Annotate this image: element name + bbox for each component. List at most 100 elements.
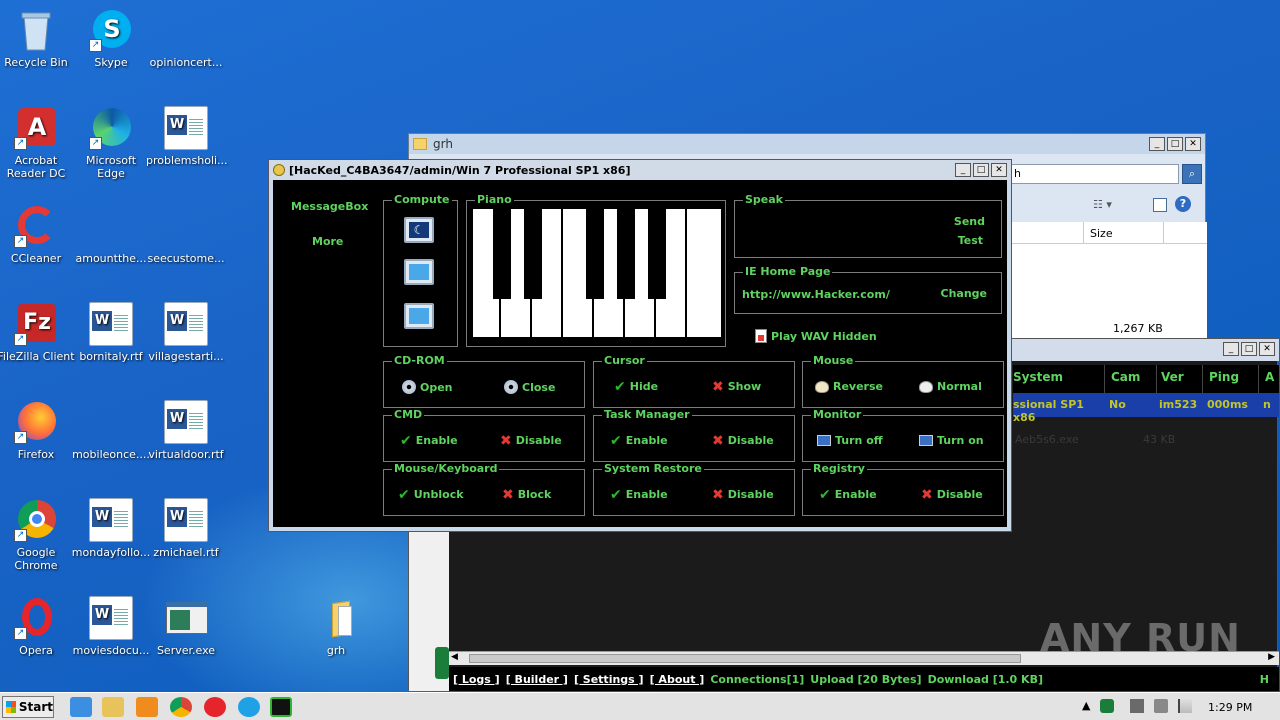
- view-options-icon[interactable]: ☷ ▾: [1093, 198, 1112, 211]
- desktop-icon-opera[interactable]: ↗ Opera: [0, 590, 76, 657]
- piano-black-key[interactable]: [617, 209, 635, 299]
- desktop-icon-skype[interactable]: S ↗ Skype: [71, 2, 151, 69]
- col-ping[interactable]: Ping: [1203, 365, 1259, 393]
- cd-icon: [504, 380, 518, 394]
- col-system[interactable]: System: [1013, 365, 1105, 393]
- desktop-icon-amountthe[interactable]: amountthe...: [71, 198, 151, 265]
- desktop-icon-problemsholi[interactable]: problemsholi...: [146, 100, 228, 167]
- minimize-button[interactable]: _: [1223, 342, 1239, 356]
- piano-black-key[interactable]: [586, 209, 604, 299]
- builder-link[interactable]: [ Builder ]: [506, 673, 568, 686]
- col-a[interactable]: A: [1259, 365, 1274, 393]
- col-cam[interactable]: Cam: [1105, 365, 1157, 393]
- mouse-reverse-button[interactable]: Reverse: [815, 380, 883, 393]
- desktop-icon-chrome[interactable]: ↗ Google Chrome: [0, 492, 76, 572]
- maximize-button[interactable]: □: [973, 163, 989, 177]
- chrome-taskbar-icon[interactable]: [170, 697, 192, 717]
- unblock-button[interactable]: ✔ Unblock: [398, 488, 464, 502]
- test-button[interactable]: Test: [958, 234, 983, 247]
- cmd-enable-button[interactable]: ✔ Enable: [400, 434, 458, 448]
- cursor-show-button[interactable]: ✖ Show: [712, 380, 761, 394]
- logs-link[interactable]: [ Logs ]: [453, 673, 500, 686]
- piano-black-key[interactable]: [648, 209, 666, 299]
- desktop-icon-mondayfollo[interactable]: mondayfollo...: [71, 492, 151, 559]
- close-button[interactable]: ✕: [1185, 137, 1201, 151]
- desktop-icon-villagestarti[interactable]: villagestarti...: [146, 296, 226, 363]
- help-icon[interactable]: ?: [1175, 196, 1191, 212]
- task-manager-disable-button[interactable]: ✖ Disable: [712, 434, 774, 448]
- desktop-icon-opinioncert[interactable]: opinioncert...: [146, 2, 226, 69]
- monitor-on-button[interactable]: Turn on: [919, 434, 984, 447]
- piano-white-key[interactable]: [690, 209, 718, 337]
- preview-pane-icon[interactable]: [1153, 198, 1167, 212]
- desktop-icon-recycle-bin[interactable]: Recycle Bin: [0, 2, 76, 69]
- scroll-right-icon[interactable]: ▶: [1268, 652, 1275, 662]
- shutdown-monitor-icon[interactable]: [404, 303, 434, 329]
- registry-disable-button[interactable]: ✖ Disable: [921, 488, 983, 502]
- clock[interactable]: 1:29 PM: [1208, 701, 1252, 714]
- more-button[interactable]: More: [312, 235, 343, 248]
- desktop-icon-bornitaly[interactable]: bornitaly.rtf: [71, 296, 151, 363]
- change-button[interactable]: Change: [941, 287, 988, 300]
- opera-taskbar-icon[interactable]: [204, 697, 226, 717]
- restart-monitor-icon[interactable]: [404, 259, 434, 285]
- desktop-icon-moviesdocu[interactable]: moviesdocu...: [71, 590, 151, 657]
- media-player-taskbar-icon[interactable]: [136, 697, 158, 717]
- desktop-icon-firefox[interactable]: ↗ Firefox: [0, 394, 76, 461]
- cmd-disable-button[interactable]: ✖ Disable: [500, 434, 562, 448]
- desktop-icon-ccleaner[interactable]: ↗ CCleaner: [0, 198, 76, 265]
- njrat-taskbar-icon[interactable]: [270, 697, 292, 717]
- scrollbar-thumb[interactable]: [469, 654, 1021, 663]
- volume-icon[interactable]: [1154, 699, 1168, 713]
- column-size[interactable]: Size: [1083, 222, 1119, 244]
- registry-enable-button[interactable]: ✔ Enable: [819, 488, 877, 502]
- task-manager-enable-button[interactable]: ✔ Enable: [610, 434, 668, 448]
- sleep-monitor-icon[interactable]: ☾: [404, 217, 434, 243]
- cdrom-open-button[interactable]: Open: [402, 380, 453, 394]
- desktop-icon-mobileonce[interactable]: mobileonce....: [71, 394, 151, 461]
- start-button[interactable]: Start: [2, 696, 54, 718]
- search-input[interactable]: h: [1009, 164, 1179, 184]
- speak-label: Speak: [743, 193, 785, 206]
- minimize-button[interactable]: _: [1149, 137, 1165, 151]
- scroll-left-icon[interactable]: ◀: [451, 652, 458, 662]
- search-icon[interactable]: ⌕: [1182, 164, 1202, 184]
- ie-homepage-url[interactable]: http://www.Hacker.com/: [742, 288, 890, 301]
- desktop-icon-grh[interactable]: grh: [296, 590, 376, 657]
- cdrom-close-button[interactable]: Close: [504, 380, 555, 394]
- system-restore-disable-button[interactable]: ✖ Disable: [712, 488, 774, 502]
- desktop-icon-edge[interactable]: ↗ Microsoft Edge: [71, 100, 151, 180]
- settings-link[interactable]: [ Settings ]: [574, 673, 644, 686]
- desktop-icon-seecustome[interactable]: seecustome...: [146, 198, 226, 265]
- piano-black-key[interactable]: [493, 209, 511, 299]
- close-button[interactable]: ✕: [991, 163, 1007, 177]
- monitor-off-button[interactable]: Turn off: [817, 434, 883, 447]
- desktop-icon-acrobat[interactable]: A ↗ Acrobat Reader DC: [0, 100, 76, 180]
- edge-taskbar-icon[interactable]: [238, 697, 260, 717]
- system-restore-enable-button[interactable]: ✔ Enable: [610, 488, 668, 502]
- close-button[interactable]: ✕: [1259, 342, 1275, 356]
- play-wav-hidden-button[interactable]: Play WAV Hidden: [755, 329, 877, 343]
- desktop-icon-server-exe[interactable]: Server.exe: [146, 590, 226, 657]
- block-button[interactable]: ✖ Block: [502, 488, 551, 502]
- col-ver[interactable]: Ver: [1157, 365, 1203, 393]
- mouse-normal-button[interactable]: Normal: [919, 380, 982, 393]
- desktop-icon-virtualdoor[interactable]: virtualdoor.rtf: [146, 394, 226, 461]
- piano-black-key[interactable]: [524, 209, 542, 299]
- desktop-icon-zmichael[interactable]: zmichael.rtf: [146, 492, 226, 559]
- network-icon[interactable]: [1130, 699, 1144, 713]
- minimize-button[interactable]: _: [955, 163, 971, 177]
- action-center-icon[interactable]: [1178, 699, 1192, 713]
- messagebox-button[interactable]: MessageBox: [291, 200, 368, 213]
- maximize-button[interactable]: □: [1241, 342, 1257, 356]
- ie-taskbar-icon[interactable]: [70, 697, 92, 717]
- cursor-hide-button[interactable]: ✔ Hide: [614, 380, 658, 394]
- maximize-button[interactable]: □: [1167, 137, 1183, 151]
- send-button[interactable]: Send: [954, 215, 985, 228]
- explorer-taskbar-icon[interactable]: [102, 697, 124, 717]
- client-row[interactable]: ssional SP1 x86 No im523 000ms n: [1013, 393, 1279, 424]
- show-hidden-icons[interactable]: ▲: [1082, 699, 1090, 712]
- desktop-icon-filezilla[interactable]: Fz ↗ FileZilla Client: [0, 296, 76, 363]
- about-link[interactable]: [ About ]: [650, 673, 705, 686]
- njrat-tray-icon[interactable]: [1100, 699, 1114, 713]
